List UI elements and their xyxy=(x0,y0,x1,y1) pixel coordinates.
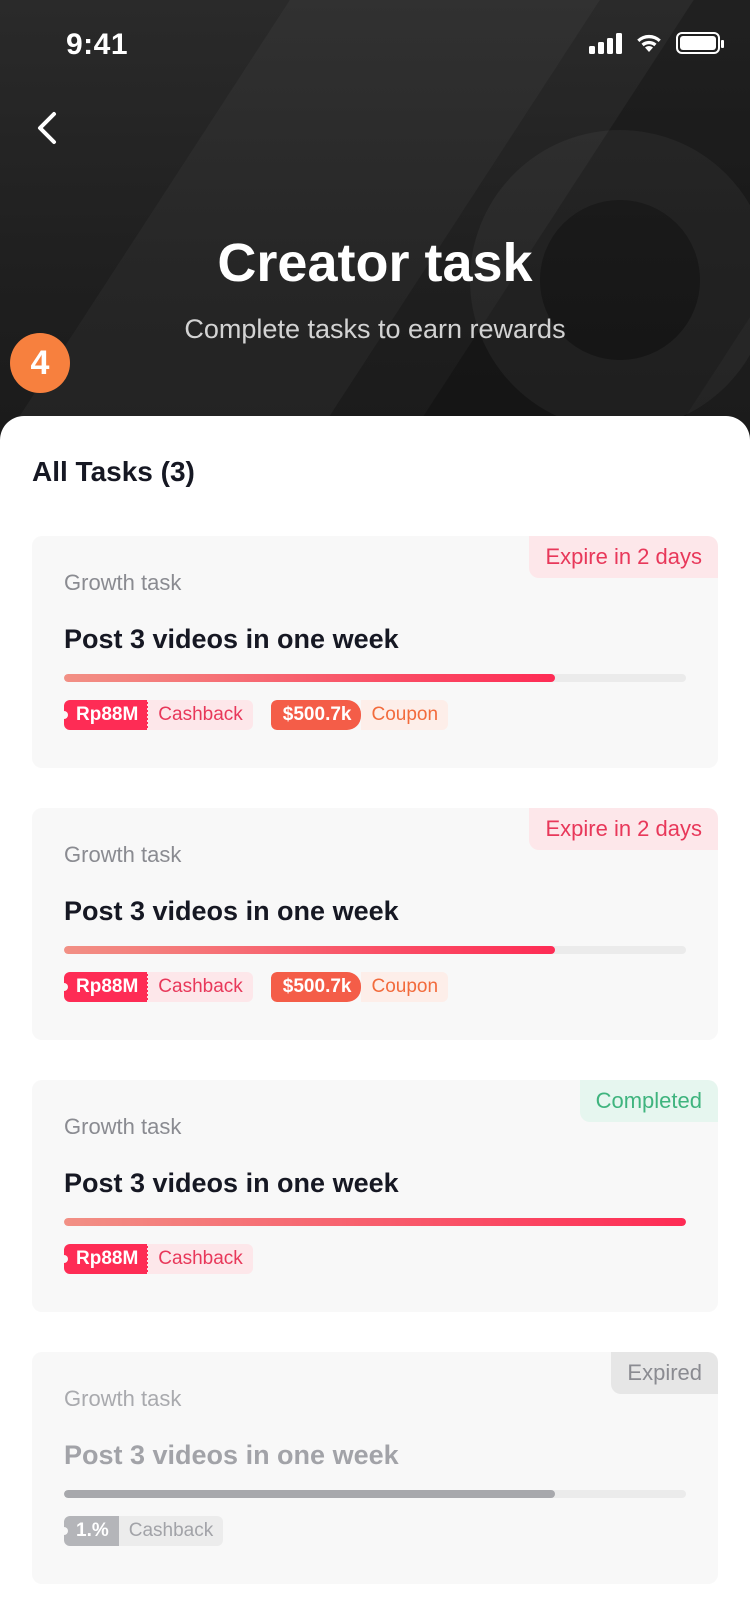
cashback-reward: Rp88M Cashback xyxy=(64,972,253,1002)
reward-list: Rp88M Cashback $500.7k Coupon xyxy=(64,972,449,1002)
page-title: Creator task xyxy=(217,233,533,293)
task-progress-bar xyxy=(64,946,686,954)
coupon-reward: $500.7k Coupon xyxy=(270,972,449,1002)
status-badge: Completed xyxy=(579,1080,718,1122)
status-badge: Expire in 2 days xyxy=(529,536,718,578)
reward-value: Rp88M xyxy=(64,972,150,1002)
reward-value: $500.7k xyxy=(270,972,362,1002)
task-progress-fill xyxy=(64,1490,556,1498)
task-category: Growth task xyxy=(64,842,182,867)
task-progress-bar xyxy=(64,1490,686,1498)
reward-value: $500.7k xyxy=(270,700,362,730)
status-badge: Expire in 2 days xyxy=(529,808,718,850)
cellular-signal-icon xyxy=(589,32,622,54)
step-badge: 4 xyxy=(10,333,70,393)
reward-list: Rp88M Cashback $500.7k Coupon xyxy=(64,700,449,730)
reward-label: Cashback xyxy=(118,1516,224,1546)
task-category: Growth task xyxy=(64,570,182,595)
status-badge: Expired xyxy=(611,1352,718,1394)
reward-value: Rp88M xyxy=(64,700,150,730)
reward-list: 1.% Cashback xyxy=(64,1516,224,1546)
cashback-reward: 1.% Cashback xyxy=(64,1516,224,1546)
chevron-left-icon xyxy=(38,112,56,144)
reward-label: Cashback xyxy=(148,972,253,1002)
task-name: Post 3 videos in one week xyxy=(64,896,399,926)
reward-label: Coupon xyxy=(361,972,449,1002)
task-card[interactable]: Expired Growth task Post 3 videos in one… xyxy=(32,1352,718,1584)
task-card[interactable]: Expire in 2 days Growth task Post 3 vide… xyxy=(32,808,718,1040)
status-icons xyxy=(589,32,724,54)
reward-label: Cashback xyxy=(148,1244,253,1274)
section-title: All Tasks (3) xyxy=(32,456,195,487)
task-name: Post 3 videos in one week xyxy=(64,624,399,654)
cashback-reward: Rp88M Cashback xyxy=(64,1244,253,1274)
task-name: Post 3 videos in one week xyxy=(64,1440,399,1470)
battery-icon xyxy=(676,32,724,54)
task-progress-fill xyxy=(64,674,556,682)
wifi-icon xyxy=(634,32,664,54)
reward-list: Rp88M Cashback xyxy=(64,1244,253,1274)
task-category: Growth task xyxy=(64,1386,182,1411)
task-progress-fill xyxy=(64,946,556,954)
task-progress-bar xyxy=(64,674,686,682)
reward-label: Coupon xyxy=(361,700,449,730)
reward-value: 1.% xyxy=(64,1516,119,1546)
task-name: Post 3 videos in one week xyxy=(64,1168,399,1198)
task-card[interactable]: Expire in 2 days Growth task Post 3 vide… xyxy=(32,536,718,768)
cashback-reward: Rp88M Cashback xyxy=(64,700,253,730)
page-subtitle: Complete tasks to earn rewards xyxy=(184,314,566,344)
reward-label: Cashback xyxy=(148,700,253,730)
task-panel: All Tasks (3) Expire in 2 days Growth ta… xyxy=(0,416,750,1624)
reward-value: Rp88M xyxy=(64,1244,150,1274)
header: 9:41 Creator task Complete tasks to earn… xyxy=(0,0,750,460)
task-card[interactable]: Completed Growth task Post 3 videos in o… xyxy=(32,1080,718,1312)
task-progress-bar xyxy=(64,1218,686,1226)
task-category: Growth task xyxy=(64,1114,182,1139)
back-button[interactable] xyxy=(30,104,74,152)
coupon-reward: $500.7k Coupon xyxy=(270,700,449,730)
task-progress-fill xyxy=(64,1218,686,1226)
status-time: 9:41 xyxy=(66,28,129,61)
